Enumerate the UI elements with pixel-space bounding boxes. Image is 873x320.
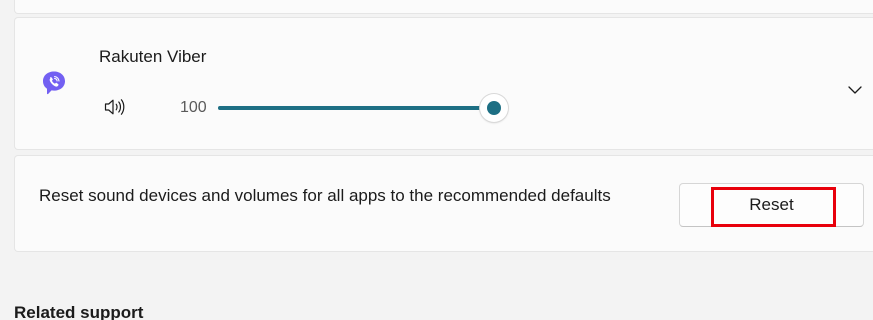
app-name-label: Rakuten Viber	[99, 47, 207, 66]
viber-icon	[43, 71, 65, 95]
reset-description: Reset sound devices and volumes for all …	[39, 186, 611, 205]
volume-slider-fill	[218, 106, 494, 110]
reset-button[interactable]: Reset	[679, 183, 864, 227]
app-volume-card: Rakuten Viber 100	[14, 17, 873, 150]
volume-slider-thumb[interactable]	[480, 94, 508, 122]
sound-mixer-page: Rakuten Viber 100 Reset sound devices an…	[0, 0, 873, 320]
speaker-icon[interactable]	[103, 97, 127, 117]
volume-value: 100	[180, 99, 207, 116]
related-support-heading: Related support	[14, 303, 144, 320]
reset-defaults-card: Reset sound devices and volumes for all …	[14, 155, 873, 252]
chevron-down-icon[interactable]	[845, 80, 865, 100]
previous-app-card	[14, 0, 873, 14]
volume-slider[interactable]	[218, 94, 508, 122]
